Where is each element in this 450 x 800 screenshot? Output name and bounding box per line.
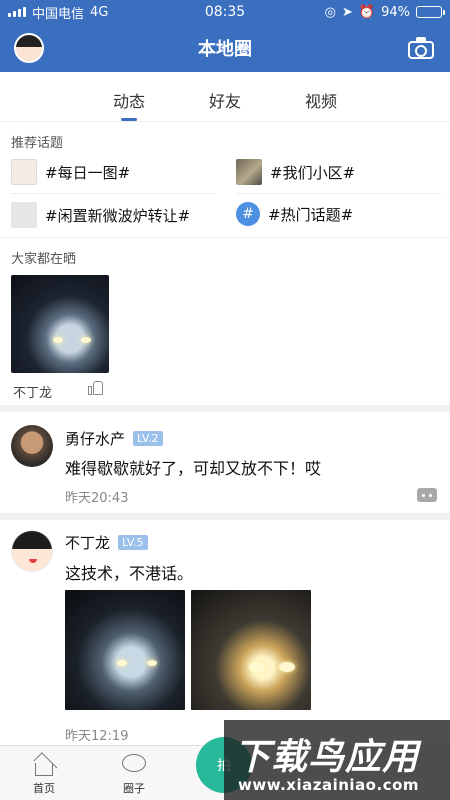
app-screen: 中国电信 4G 08:35 ◎ ➤ ⏰ 94% 本地圈 动态 好友 视频 推荐话… bbox=[0, 0, 450, 800]
status-left: 中国电信 4G bbox=[8, 3, 158, 22]
avatar[interactable] bbox=[11, 530, 53, 572]
divider bbox=[236, 193, 441, 194]
level-badge: LV.2 bbox=[133, 431, 163, 446]
carrier-label: 中国电信 bbox=[32, 6, 85, 22]
nav-bar: 本地圈 bbox=[0, 24, 450, 72]
topics-heading: 推荐话题 bbox=[11, 136, 64, 151]
watermark-overlay: 下载鸟应用 www.xiazainiao.com bbox=[224, 720, 450, 800]
topic-thumbnail bbox=[11, 202, 37, 228]
post-time: 昨天20:43 bbox=[65, 491, 129, 506]
chat-bubble-icon bbox=[122, 754, 146, 776]
nav-home[interactable]: 首页 bbox=[14, 752, 74, 796]
divider bbox=[0, 237, 450, 238]
post-text: 难得歇歇就好了，可却又放不下！哎 bbox=[65, 459, 322, 478]
tab-feed[interactable]: 动态 bbox=[105, 72, 153, 121]
thumbs-up-icon[interactable] bbox=[88, 381, 104, 395]
topic-thumbnail bbox=[11, 159, 37, 185]
tab-friends[interactable]: 好友 bbox=[201, 72, 249, 121]
status-time: 08:35 bbox=[204, 4, 246, 20]
top-bar: 中国电信 4G 08:35 ◎ ➤ ⏰ 94% 本地圈 bbox=[0, 0, 450, 72]
topic-item[interactable]: #闲置新微波炉转让# bbox=[11, 202, 190, 228]
orientation-lock-icon: ◎ bbox=[324, 4, 336, 20]
divider bbox=[11, 193, 216, 194]
nav-circle-label: 圈子 bbox=[123, 782, 145, 795]
level-badge: LV.5 bbox=[118, 535, 148, 550]
camera-icon[interactable] bbox=[406, 36, 436, 60]
tab-bar: 动态 好友 视频 bbox=[0, 72, 450, 122]
nav-circle[interactable]: 圈子 bbox=[104, 754, 164, 796]
alarm-icon: ⏰ bbox=[358, 4, 376, 20]
battery-icon bbox=[416, 6, 445, 18]
status-bar: 中国电信 4G 08:35 ◎ ➤ ⏰ 94% bbox=[0, 0, 450, 24]
shared-photo[interactable] bbox=[11, 275, 109, 373]
post-time: 昨天12:19 bbox=[65, 729, 129, 744]
avatar[interactable] bbox=[11, 425, 53, 467]
status-right: ◎ ➤ ⏰ 94% bbox=[292, 4, 445, 20]
section-gap bbox=[0, 513, 450, 520]
everyone-heading: 大家都在晒 bbox=[11, 252, 77, 267]
section-gap bbox=[0, 405, 450, 412]
post-photo[interactable] bbox=[191, 590, 311, 710]
topic-item[interactable]: #每日一图# bbox=[11, 159, 130, 185]
tab-friends-label: 好友 bbox=[208, 92, 241, 111]
post-author[interactable]: 不丁龙 LV.5 bbox=[65, 532, 148, 553]
post-text: 这技术，不港话。 bbox=[65, 564, 194, 583]
hashtag-icon: # bbox=[236, 202, 260, 226]
author-name: 勇仔水产 bbox=[65, 430, 126, 448]
tab-videos-label: 视频 bbox=[304, 92, 337, 111]
post-photo[interactable] bbox=[65, 590, 185, 710]
author-name: 不丁龙 bbox=[65, 534, 111, 552]
topic-label: #闲置新微波炉转让# bbox=[45, 206, 191, 225]
topic-item[interactable]: #我们小区# bbox=[236, 159, 355, 185]
nav-home-label: 首页 bbox=[33, 782, 55, 795]
location-icon: ➤ bbox=[342, 4, 353, 20]
shared-photo-user[interactable]: 不丁龙 bbox=[13, 382, 52, 401]
home-icon bbox=[32, 752, 58, 777]
topic-label: #每日一图# bbox=[45, 163, 131, 182]
page-title: 本地圈 bbox=[198, 39, 252, 60]
battery-percent: 94% bbox=[381, 4, 410, 20]
topic-label: #我们小区# bbox=[270, 163, 356, 182]
tab-feed-label: 动态 bbox=[112, 92, 145, 111]
comment-icon[interactable] bbox=[417, 488, 437, 502]
signal-icon bbox=[8, 7, 26, 17]
cartoon-avatar-icon[interactable] bbox=[14, 33, 44, 63]
watermark-url: www.xiazainiao.com bbox=[238, 776, 420, 794]
tab-videos[interactable]: 视频 bbox=[297, 72, 345, 121]
post-author[interactable]: 勇仔水产 LV.2 bbox=[65, 428, 163, 449]
topic-thumbnail bbox=[236, 159, 262, 185]
network-label: 4G bbox=[90, 4, 109, 20]
watermark-title: 下载鸟应用 bbox=[234, 737, 420, 778]
topic-item[interactable]: # #热门话题# bbox=[236, 202, 353, 226]
active-tab-indicator bbox=[121, 118, 137, 121]
topic-label: #热门话题# bbox=[268, 205, 354, 224]
